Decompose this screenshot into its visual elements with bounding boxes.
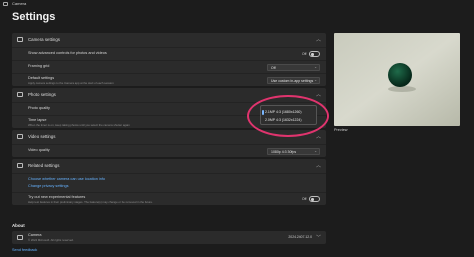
- green-ball: [388, 63, 412, 87]
- preview-image: [334, 33, 460, 126]
- camera-icon: [3, 2, 8, 6]
- related-links-row: Choose whether camera can use location i…: [12, 173, 326, 192]
- about-version: 2024.2407.12.0: [288, 235, 312, 239]
- about-card[interactable]: Camera © 2024 Microsoft. All rights rese…: [12, 231, 326, 244]
- framing-grid-value: Off: [271, 65, 276, 70]
- page-title: Settings: [12, 11, 56, 23]
- camera-settings-header[interactable]: Camera settings ︿: [12, 33, 326, 47]
- toggle-state: Off: [302, 52, 307, 56]
- video-quality-value: 1080p 4:3 30fps: [271, 149, 297, 154]
- time-lapse-label: Time lapse: [28, 118, 47, 122]
- highlight-circle-annotation: [247, 95, 329, 137]
- chevron-down-icon: ⌄: [314, 149, 317, 153]
- photo-settings-icon: [17, 92, 23, 97]
- experimental-description: Help test features in their preliminary …: [28, 200, 153, 204]
- related-settings-icon: [17, 163, 23, 168]
- toggle-state: Off: [302, 197, 307, 201]
- about-app-name: Camera: [28, 233, 42, 237]
- experimental-toggle[interactable]: Off: [302, 196, 320, 203]
- related-settings-header[interactable]: Related settings ︿: [12, 159, 326, 173]
- toggle-knob: [311, 198, 314, 201]
- chevron-up-icon[interactable]: ︿: [316, 36, 321, 43]
- camera-preview: [334, 33, 460, 126]
- related-settings-card: Related settings ︿ Choose whether camera…: [12, 159, 326, 205]
- photo-quality-label: Photo quality: [28, 106, 50, 110]
- send-feedback-link[interactable]: Send feedback: [12, 248, 37, 252]
- about-heading: About: [12, 223, 25, 228]
- framing-grid-row: Framing grid Off ⌄: [12, 60, 326, 73]
- about-copyright: © 2024 Microsoft. All rights reserved.: [28, 238, 74, 242]
- chevron-up-icon[interactable]: ︿: [316, 133, 321, 140]
- location-info-link[interactable]: Choose whether camera can use location i…: [28, 177, 105, 181]
- experimental-label: Try out new experimental features: [28, 195, 86, 199]
- default-settings-row: Default settings Apply camera settings t…: [12, 73, 326, 86]
- chevron-down-icon: ⌄: [314, 78, 317, 82]
- video-quality-row: Video quality 1080p 4:3 30fps ⌄: [12, 144, 326, 157]
- video-settings-title: Video settings: [28, 134, 56, 139]
- chevron-down-icon: ⌄: [314, 65, 317, 69]
- camera-settings-card: Camera settings ︿ Show advanced controls…: [12, 33, 326, 86]
- video-quality-label: Video quality: [28, 148, 50, 152]
- camera-settings-icon: [17, 37, 23, 42]
- chevron-up-icon[interactable]: ︿: [316, 162, 321, 169]
- toggle-track[interactable]: [309, 196, 320, 202]
- chevron-up-icon[interactable]: ︿: [316, 91, 321, 98]
- chevron-down-icon[interactable]: ﹀: [316, 234, 321, 241]
- privacy-settings-link[interactable]: Change privacy settings: [28, 184, 69, 188]
- video-quality-select[interactable]: 1080p 4:3 30fps ⌄: [267, 148, 320, 155]
- default-settings-value: Use custom in-app settings: [271, 78, 314, 83]
- framing-grid-label: Framing grid: [28, 64, 50, 68]
- toggle-track[interactable]: [309, 51, 320, 57]
- camera-icon: [17, 235, 23, 240]
- advanced-controls-row: Show advanced controls for photos and vi…: [12, 47, 326, 60]
- advanced-controls-toggle[interactable]: Off: [302, 51, 320, 58]
- photo-settings-title: Photo settings: [28, 92, 56, 97]
- preview-label: Preview: [334, 128, 348, 132]
- time-lapse-description: When the timer is on, keep taking photos…: [28, 123, 130, 127]
- window-title: Camera: [12, 1, 27, 6]
- title-bar: Camera: [0, 0, 474, 9]
- video-settings-icon: [17, 134, 23, 139]
- experimental-row: Try out new experimental features Help t…: [12, 192, 326, 205]
- default-settings-label: Default settings: [28, 76, 55, 80]
- related-settings-title: Related settings: [28, 163, 60, 168]
- ball-shadow: [388, 86, 416, 92]
- framing-grid-select[interactable]: Off ⌄: [267, 64, 320, 71]
- camera-settings-title: Camera settings: [28, 37, 60, 42]
- default-settings-description: Apply camera settings to the Camera app …: [28, 81, 114, 85]
- advanced-controls-label: Show advanced controls for photos and vi…: [28, 51, 107, 55]
- toggle-knob: [311, 53, 314, 56]
- default-settings-select[interactable]: Use custom in-app settings ⌄: [267, 77, 320, 84]
